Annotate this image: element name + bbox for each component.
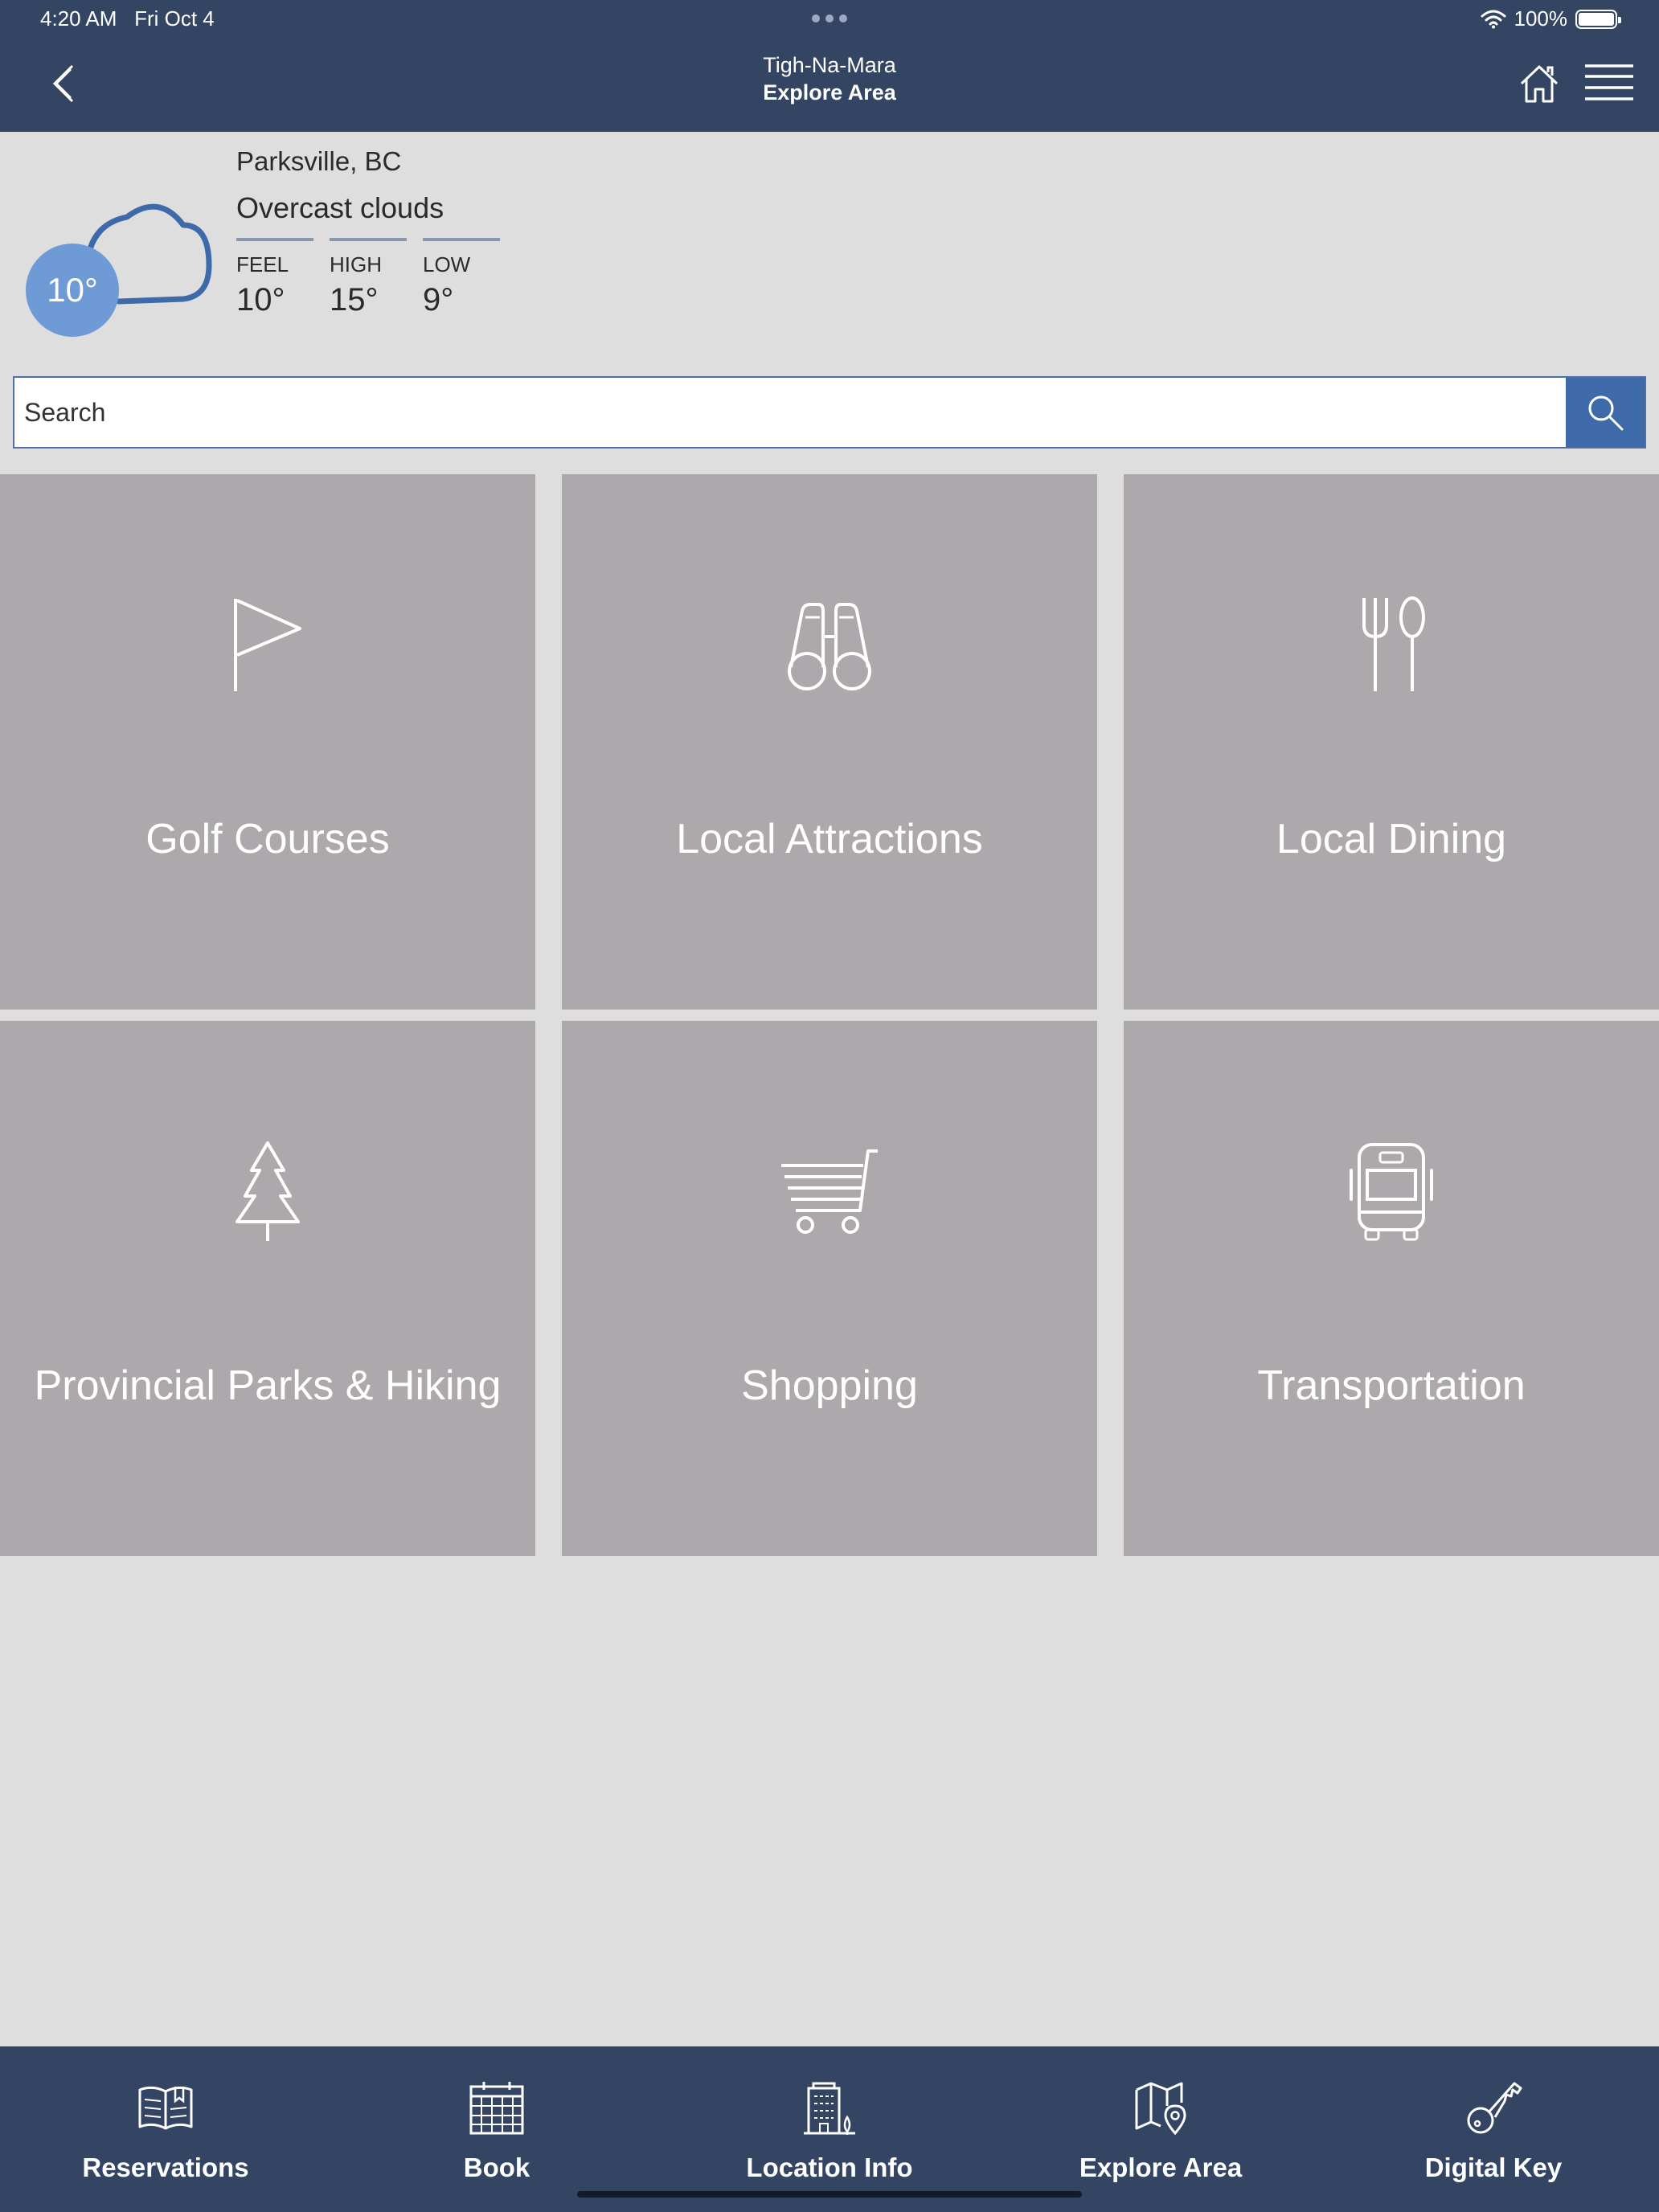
bus-icon bbox=[1350, 1143, 1433, 1241]
tab-book[interactable]: Book bbox=[331, 2046, 662, 2212]
weather-high: HIGH 15° bbox=[330, 238, 407, 318]
fork-spoon-icon bbox=[1362, 596, 1425, 691]
key-icon bbox=[1467, 2082, 1522, 2134]
weather-city: Parksville, BC bbox=[236, 146, 402, 176]
search-icon bbox=[1588, 395, 1624, 431]
weather-low: LOW 9° bbox=[423, 238, 500, 318]
tile-transportation[interactable]: Transportation bbox=[1124, 1021, 1659, 1556]
calendar-icon bbox=[469, 2082, 524, 2135]
tile-label: Shopping bbox=[741, 1362, 918, 1409]
tab-label: Reservations bbox=[82, 2153, 249, 2182]
book-icon bbox=[138, 2086, 193, 2130]
temperature-badge: 10° bbox=[26, 244, 119, 337]
tab-label: Explore Area bbox=[1079, 2153, 1243, 2182]
search-button[interactable] bbox=[1566, 378, 1645, 447]
tile-label: Local Dining bbox=[1276, 816, 1507, 862]
tile-local-attractions[interactable]: Local Attractions bbox=[562, 474, 1097, 1010]
tile-golf-courses[interactable]: Golf Courses bbox=[0, 474, 535, 1010]
tile-label: Golf Courses bbox=[145, 816, 390, 862]
tab-location-info[interactable]: Location Info bbox=[664, 2046, 995, 2212]
page-title: Explore Area bbox=[763, 80, 896, 104]
flag-icon bbox=[234, 599, 301, 691]
tab-label: Book bbox=[463, 2153, 530, 2182]
tab-digital-key[interactable]: Digital Key bbox=[1328, 2046, 1659, 2212]
high-value: 15° bbox=[330, 282, 379, 317]
top-bar: 4:20 AM Fri Oct 4 100% Tigh-Na-Mara Expl… bbox=[0, 0, 1659, 132]
multitasking-dots-icon[interactable] bbox=[810, 11, 849, 27]
app-root: 4:20 AM Fri Oct 4 100% Tigh-Na-Mara Expl… bbox=[0, 0, 1659, 2212]
feel-label: FEEL bbox=[236, 252, 289, 276]
low-label: LOW bbox=[423, 252, 471, 276]
tab-explore-area[interactable]: Explore Area bbox=[995, 2046, 1326, 2212]
weather-description: Overcast clouds bbox=[236, 191, 444, 224]
map-pin-icon bbox=[1135, 2082, 1186, 2136]
status-date: Fri Oct 4 bbox=[134, 6, 215, 31]
tab-reservations[interactable]: Reservations bbox=[0, 2046, 331, 2212]
search-bar bbox=[13, 376, 1646, 449]
battery-percent: 100% bbox=[1514, 6, 1568, 31]
status-indicators: 100% bbox=[1481, 6, 1621, 31]
tile-label: Local Attractions bbox=[676, 816, 983, 862]
hotel-name: Tigh-Na-Mara bbox=[763, 53, 896, 77]
bottom-tab-bar: Reservations Book Location Info Explore … bbox=[0, 2046, 1659, 2212]
tree-icon bbox=[236, 1141, 300, 1241]
tab-label: Digital Key bbox=[1424, 2153, 1563, 2182]
tile-label: Transportation bbox=[1257, 1362, 1526, 1409]
hamburger-menu-icon[interactable] bbox=[1583, 61, 1635, 104]
home-icon[interactable] bbox=[1518, 63, 1561, 104]
wifi-icon bbox=[1481, 10, 1505, 28]
feel-value: 10° bbox=[236, 282, 285, 317]
binoculars-icon bbox=[788, 603, 871, 690]
building-icon bbox=[804, 2082, 855, 2135]
tile-provincial-parks-hiking[interactable]: Provincial Parks & Hiking bbox=[0, 1021, 535, 1556]
weather-feel: FEEL 10° bbox=[236, 238, 313, 318]
high-label: HIGH bbox=[330, 252, 382, 276]
status-clock: 4:20 AM bbox=[40, 6, 117, 31]
tile-label: Provincial Parks & Hiking bbox=[34, 1362, 502, 1409]
status-time: 4:20 AM Fri Oct 4 bbox=[40, 6, 215, 31]
tile-shopping[interactable]: Shopping bbox=[562, 1021, 1097, 1556]
tile-local-dining[interactable]: Local Dining bbox=[1124, 474, 1659, 1010]
cart-icon bbox=[781, 1149, 878, 1234]
tab-label: Location Info bbox=[746, 2153, 913, 2182]
search-input[interactable] bbox=[14, 378, 1567, 447]
battery-icon bbox=[1575, 9, 1621, 29]
low-value: 9° bbox=[423, 282, 454, 317]
home-indicator[interactable] bbox=[577, 2191, 1082, 2198]
